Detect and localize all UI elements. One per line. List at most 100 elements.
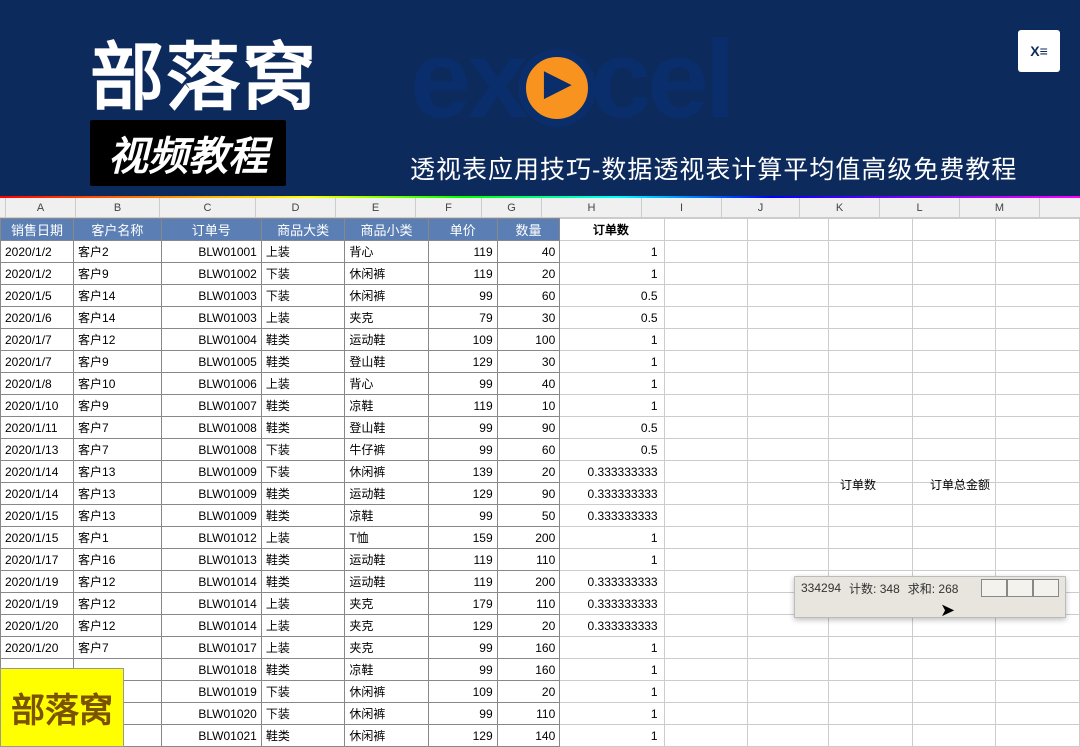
cell-cat[interactable]: 下装 [261,461,344,483]
cell-cat[interactable]: 鞋类 [261,659,344,681]
cell-price[interactable]: 99 [428,659,497,681]
table-row[interactable]: BLW01019下装休闲裤109201 [1,681,1080,703]
cell-cust[interactable]: 客户2 [74,241,162,263]
table-row[interactable]: 2020/1/6客户14BLW01003上装夹克79300.5 [1,307,1080,329]
cell-h[interactable]: 1 [560,527,664,549]
cell-order[interactable]: BLW01019 [161,681,261,703]
cell-qty[interactable]: 60 [497,285,560,307]
cell-date[interactable]: 2020/1/7 [1,351,74,373]
cell-date[interactable]: 2020/1/5 [1,285,74,307]
cell-cust[interactable]: 客户14 [74,285,162,307]
cell-qty[interactable]: 40 [497,373,560,395]
cell-sub[interactable]: 休闲裤 [345,725,428,747]
cell-sub[interactable]: 休闲裤 [345,681,428,703]
cell-qty[interactable]: 200 [497,527,560,549]
cell-order[interactable]: BLW01009 [161,461,261,483]
hdr-qty[interactable]: 数量 [497,219,560,241]
cell-price[interactable]: 119 [428,241,497,263]
table-row[interactable]: 2020/1/20客户7BLW01017上装夹克991601 [1,637,1080,659]
cell-qty[interactable]: 160 [497,637,560,659]
cell-cust[interactable]: 客户12 [74,571,162,593]
cell-cat[interactable]: 鞋类 [261,395,344,417]
cell-sub[interactable]: 夹克 [345,593,428,615]
status-bar-popup[interactable]: 334294 计数: 348 求和: 268 [794,576,1066,618]
cell-qty[interactable]: 110 [497,593,560,615]
cell-date[interactable]: 2020/1/13 [1,439,74,461]
cell-sub[interactable]: 背心 [345,241,428,263]
pivot-label-total[interactable]: 订单总金额 [930,476,990,493]
cell-h[interactable]: 0.5 [560,439,664,461]
col-header-F[interactable]: F [416,198,482,217]
cell-cat[interactable]: 下装 [261,681,344,703]
cell-date[interactable]: 2020/1/11 [1,417,74,439]
cell-cust[interactable]: 客户9 [74,395,162,417]
cell-h[interactable]: 0.5 [560,307,664,329]
table-row[interactable]: BLW01021鞋类休闲裤1291401 [1,725,1080,747]
cell-order[interactable]: BLW01014 [161,593,261,615]
col-header-C[interactable]: C [160,198,256,217]
cell-date[interactable]: 2020/1/19 [1,571,74,593]
cell-cat[interactable]: 上装 [261,527,344,549]
cell-cat[interactable]: 上装 [261,373,344,395]
cell-order[interactable]: BLW01012 [161,527,261,549]
cell-price[interactable]: 99 [428,373,497,395]
cell-h[interactable]: 0.5 [560,417,664,439]
cell-price[interactable]: 179 [428,593,497,615]
cell-cust[interactable]: 客户12 [74,593,162,615]
cell-qty[interactable]: 110 [497,549,560,571]
cell-cat[interactable]: 鞋类 [261,329,344,351]
cell-qty[interactable]: 200 [497,571,560,593]
cell-price[interactable]: 129 [428,615,497,637]
cell-h[interactable]: 1 [560,395,664,417]
cell-h[interactable]: 1 [560,373,664,395]
table-row[interactable]: 2020/1/8客户10BLW01006上装背心99401 [1,373,1080,395]
cell-date[interactable]: 2020/1/20 [1,637,74,659]
cell-cat[interactable]: 鞋类 [261,351,344,373]
cell-cust[interactable]: 客户7 [74,439,162,461]
cell-h[interactable]: 0.333333333 [560,483,664,505]
col-header-E[interactable]: E [336,198,416,217]
cell-cat[interactable]: 鞋类 [261,483,344,505]
cell-cat[interactable]: 鞋类 [261,725,344,747]
cell-h[interactable]: 1 [560,263,664,285]
cell-cust[interactable]: 客户1 [74,527,162,549]
cell-qty[interactable]: 20 [497,461,560,483]
view-pagebreak-icon[interactable] [1033,579,1059,597]
cell-price[interactable]: 139 [428,461,497,483]
col-header-G[interactable]: G [482,198,542,217]
table-row[interactable]: 2020/1/2客户2BLW01001上装背心119401 [1,241,1080,263]
cell-date[interactable]: 2020/1/15 [1,527,74,549]
cell-cust[interactable]: 客户13 [74,483,162,505]
cell-price[interactable]: 119 [428,263,497,285]
cell-sub[interactable]: 休闲裤 [345,263,428,285]
cell-sub[interactable]: 运动鞋 [345,329,428,351]
cell-cat[interactable]: 鞋类 [261,417,344,439]
cell-h[interactable]: 1 [560,351,664,373]
cell-date[interactable]: 2020/1/8 [1,373,74,395]
cell-date[interactable]: 2020/1/2 [1,263,74,285]
cell-price[interactable]: 129 [428,483,497,505]
cell-order[interactable]: BLW01020 [161,703,261,725]
cell-order[interactable]: BLW01002 [161,263,261,285]
cell-order[interactable]: BLW01014 [161,571,261,593]
cell-qty[interactable]: 50 [497,505,560,527]
cell-sub[interactable]: T恤 [345,527,428,549]
col-header-K[interactable]: K [800,198,880,217]
spreadsheet[interactable]: A B C D E F G H I J K L M 销售日期 客户名称 订单号 … [0,198,1080,747]
cell-cust[interactable]: 客户16 [74,549,162,571]
cell-order[interactable]: BLW01018 [161,659,261,681]
cell-sub[interactable]: 运动鞋 [345,483,428,505]
cell-h[interactable]: 1 [560,549,664,571]
cell-cat[interactable]: 下装 [261,263,344,285]
hdr-cat[interactable]: 商品大类 [261,219,344,241]
cell-date[interactable]: 2020/1/20 [1,615,74,637]
cell-sub[interactable]: 登山鞋 [345,351,428,373]
cell-cat[interactable]: 鞋类 [261,571,344,593]
pivot-label-count[interactable]: 订单数 [840,476,876,493]
cell-qty[interactable]: 160 [497,659,560,681]
cell-h[interactable]: 1 [560,703,664,725]
cell-sub[interactable]: 运动鞋 [345,549,428,571]
table-row[interactable]: 2020/1/2客户9BLW01002下装休闲裤119201 [1,263,1080,285]
cell-cust[interactable]: 客户9 [74,351,162,373]
cell-cat[interactable]: 鞋类 [261,549,344,571]
